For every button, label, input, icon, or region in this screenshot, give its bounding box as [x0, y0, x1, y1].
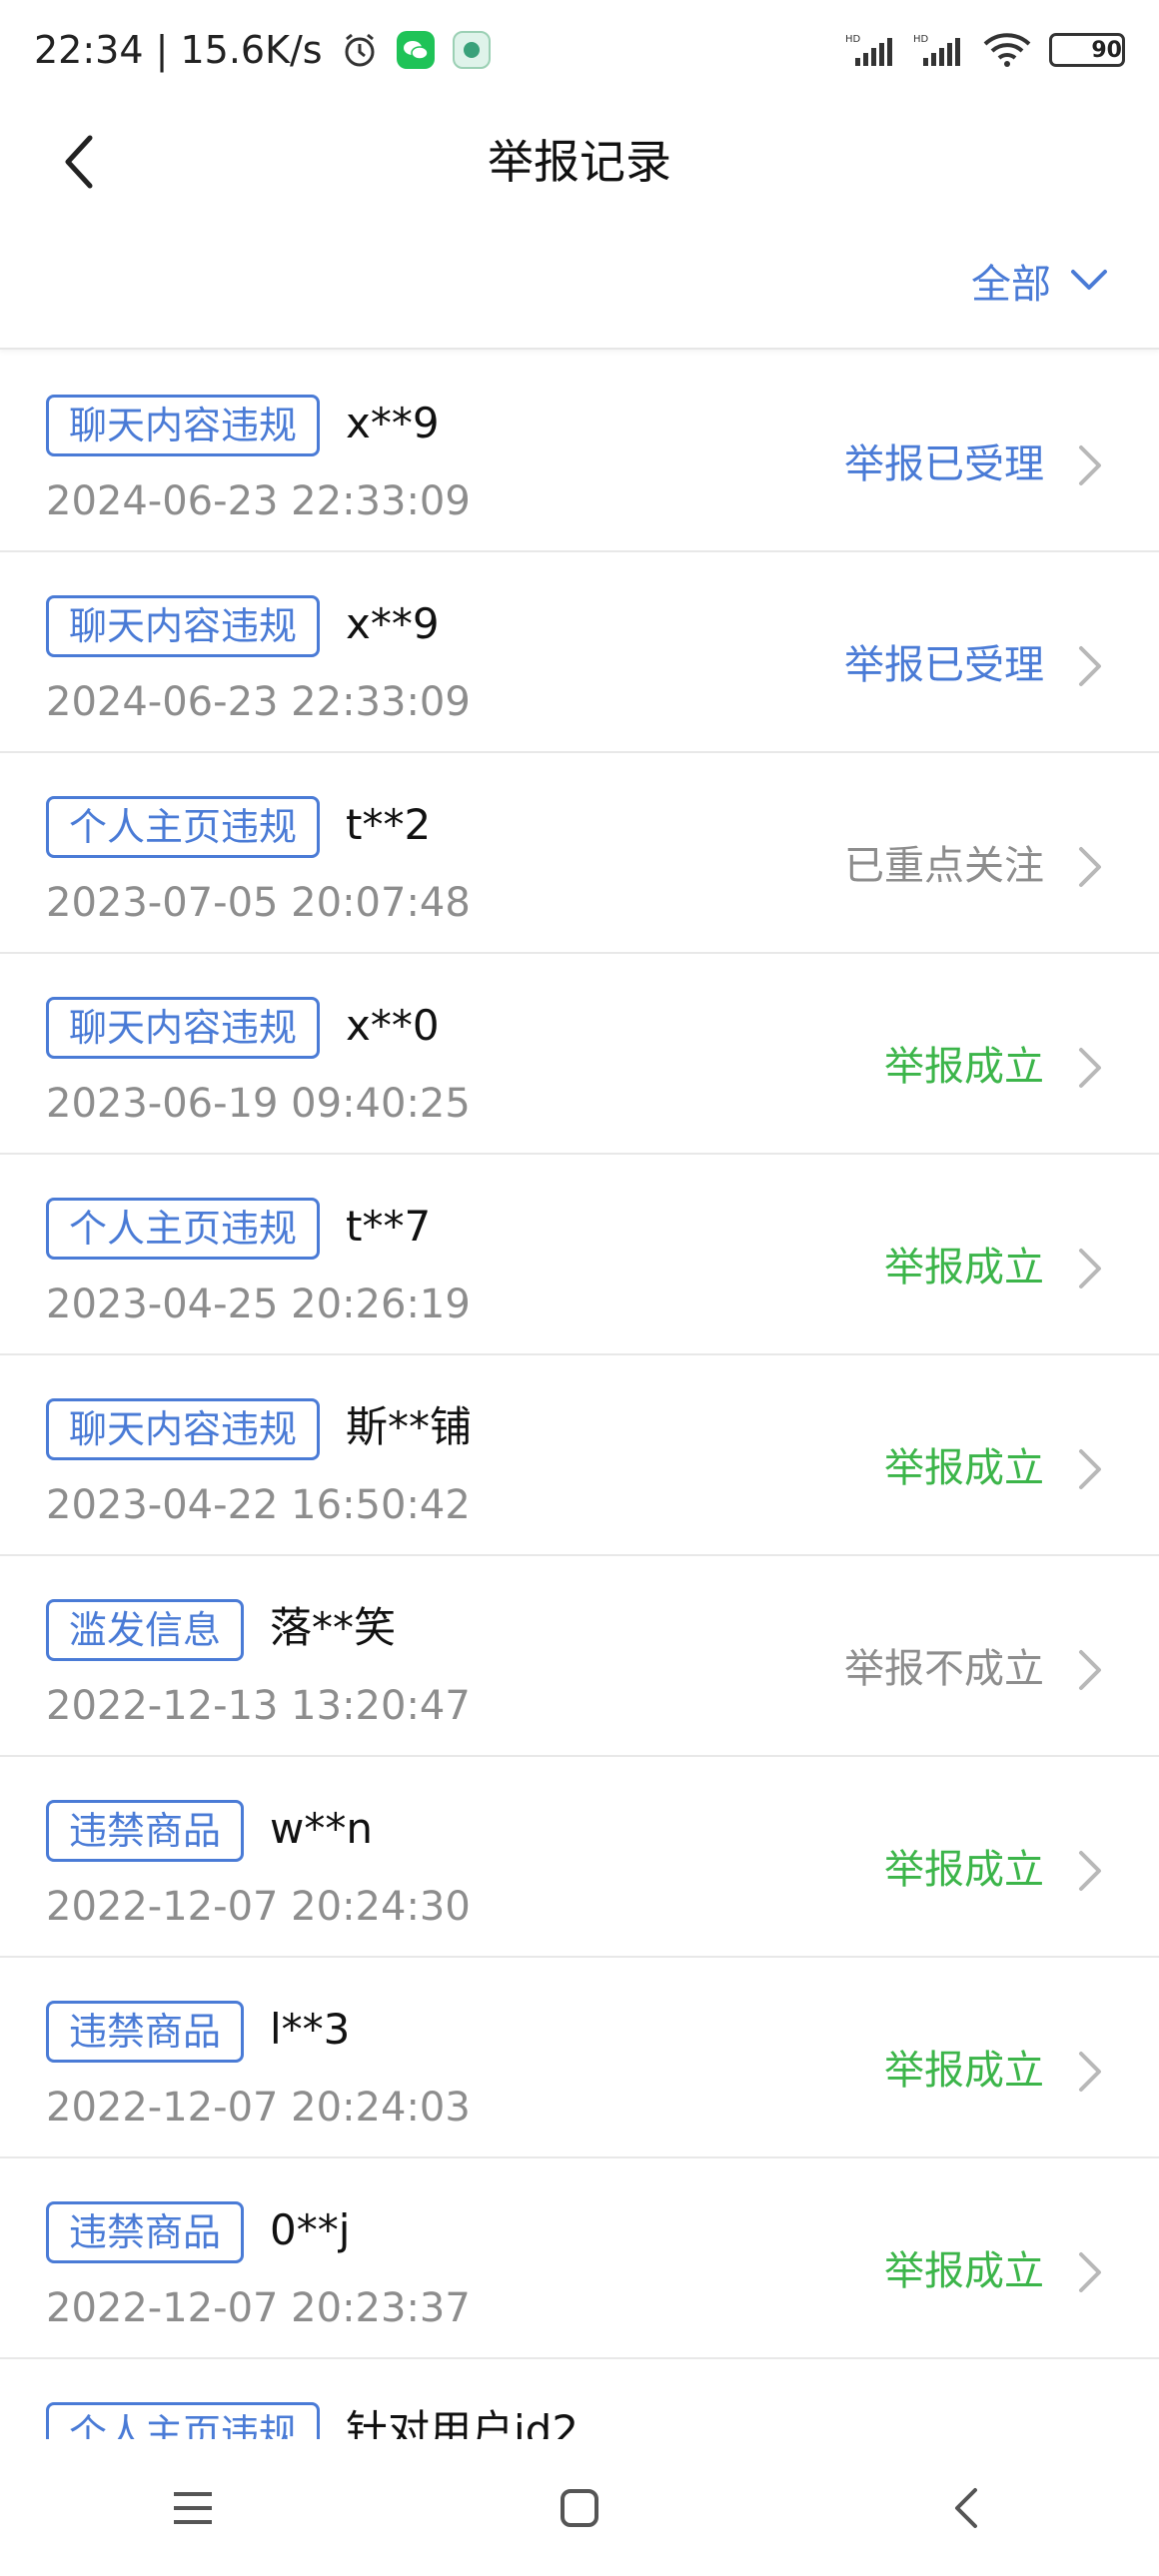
report-record-row[interactable]: 个人主页违规 t**2 2023-07-05 20:07:48 已重点关注 — [0, 753, 1159, 954]
report-status: 举报成立 — [884, 1847, 1044, 1893]
wechat-icon — [396, 31, 435, 69]
report-status: 举报成立 — [884, 1245, 1044, 1290]
report-record-row[interactable]: 违禁商品 w**n 2022-12-07 20:24:30 举报成立 — [0, 1757, 1159, 1958]
report-status: 举报已受理 — [844, 642, 1044, 688]
violation-type-tag: 个人主页违规 — [46, 1198, 321, 1260]
report-date: 2024-06-23 22:33:09 — [46, 478, 471, 524]
chevron-right-icon — [1079, 646, 1101, 686]
reported-user: t**2 — [346, 800, 432, 849]
signal-hd-icon: HD — [913, 32, 965, 68]
report-record-row[interactable]: 个人主页违规 针对用户id2 — [0, 2359, 1159, 2439]
battery-indicator: 90 — [1049, 33, 1125, 67]
alarm-icon — [341, 31, 379, 69]
violation-type-tag: 聊天内容违规 — [46, 395, 321, 456]
filter-bar: 全部 — [0, 218, 1159, 350]
home-square-icon — [560, 2489, 598, 2527]
violation-type-tag: 聊天内容违规 — [46, 997, 321, 1059]
home-nav-button[interactable] — [530, 2458, 629, 2558]
back-nav-button[interactable] — [916, 2458, 1016, 2558]
svg-text:HD: HD — [845, 34, 861, 45]
reported-user: 斯**铺 — [346, 1402, 473, 1451]
back-button[interactable] — [40, 122, 120, 202]
report-record-list: 聊天内容违规 x**9 2024-06-23 22:33:09 举报已受理 聊天内容违规… — [0, 352, 1159, 2439]
report-status: 举报成立 — [884, 1445, 1044, 1491]
reported-user: 针对用户id2 — [346, 2406, 580, 2439]
battery-level-text: 90 — [1091, 37, 1122, 63]
signal-hd-icon: HD — [845, 32, 897, 68]
report-record-row[interactable]: 违禁商品 0**j 2022-12-07 20:23:37 举报成立 — [0, 2158, 1159, 2359]
violation-type-tag: 个人主页违规 — [46, 2402, 321, 2439]
report-record-row[interactable]: 聊天内容违规 斯**铺 2023-04-22 16:50:42 举报成立 — [0, 1355, 1159, 1556]
reported-user: w**n — [270, 1804, 373, 1853]
menu-icon — [174, 2492, 213, 2524]
report-status: 举报成立 — [884, 2248, 1044, 2294]
status-bar: 22:34 | 15.6K/s HD HD 90 — [0, 0, 1159, 100]
status-time-speed: 22:34 | 15.6K/s — [34, 28, 323, 72]
violation-type-tag: 违禁商品 — [46, 1800, 245, 1862]
report-date: 2023-04-22 16:50:42 — [46, 1482, 471, 1528]
report-date: 2022-12-07 20:23:37 — [46, 2285, 471, 2331]
report-record-row[interactable]: 违禁商品 l**3 2022-12-07 20:24:03 举报成立 — [0, 1958, 1159, 2158]
violation-type-tag: 违禁商品 — [46, 2201, 245, 2263]
report-record-row[interactable]: 聊天内容违规 x**9 2024-06-23 22:33:09 举报已受理 — [0, 352, 1159, 552]
report-status: 举报已受理 — [844, 441, 1044, 487]
report-date: 2023-04-25 20:26:19 — [46, 1282, 471, 1327]
system-nav-bar — [0, 2440, 1159, 2576]
reported-user: 落**笑 — [270, 1603, 397, 1652]
report-record-row[interactable]: 聊天内容违规 x**0 2023-06-19 09:40:25 举报成立 — [0, 954, 1159, 1155]
report-status: 举报成立 — [884, 1044, 1044, 1090]
reported-user: x**9 — [346, 399, 440, 447]
reported-user: t**7 — [346, 1202, 432, 1251]
report-date: 2024-06-23 22:33:09 — [46, 679, 471, 725]
page-title: 举报记录 — [488, 135, 671, 189]
report-date: 2022-12-07 20:24:30 — [46, 1884, 471, 1930]
report-date: 2023-07-05 20:07:48 — [46, 880, 471, 926]
wifi-icon — [981, 32, 1033, 68]
chevron-right-icon — [1079, 1851, 1101, 1891]
chevron-left-icon — [65, 135, 93, 189]
violation-type-tag: 个人主页违规 — [46, 796, 321, 858]
violation-type-tag: 聊天内容违规 — [46, 1398, 321, 1460]
violation-type-tag: 聊天内容违规 — [46, 595, 321, 657]
report-date: 2022-12-13 13:20:47 — [46, 1683, 471, 1729]
chevron-right-icon — [1079, 2252, 1101, 2292]
reported-user: 0**j — [270, 2205, 351, 2254]
nav-back-icon — [954, 2488, 977, 2528]
chevron-right-icon — [1079, 1449, 1101, 1489]
status-right: HD HD 90 — [845, 32, 1125, 68]
chevron-right-icon — [1079, 2052, 1101, 2092]
chevron-down-icon — [1071, 270, 1107, 290]
reported-user: x**0 — [346, 1001, 440, 1050]
report-date: 2023-06-19 09:40:25 — [46, 1081, 471, 1127]
menu-nav-button[interactable] — [143, 2458, 243, 2558]
chevron-right-icon — [1079, 445, 1101, 485]
app-notification-icon — [452, 31, 491, 69]
chevron-right-icon — [1079, 1650, 1101, 1690]
report-record-row[interactable]: 滥发信息 落**笑 2022-12-13 13:20:47 举报不成立 — [0, 1556, 1159, 1757]
filter-label: 全部 — [971, 262, 1051, 308]
svg-text:HD: HD — [913, 34, 929, 45]
reported-user: l**3 — [270, 2005, 351, 2054]
status-left: 22:34 | 15.6K/s — [34, 28, 491, 72]
filter-dropdown[interactable]: 全部 — [971, 252, 1109, 310]
report-status: 举报不成立 — [844, 1646, 1044, 1692]
report-date: 2022-12-07 20:24:03 — [46, 2085, 471, 2131]
reported-user: x**9 — [346, 599, 440, 648]
report-status: 已重点关注 — [844, 843, 1044, 889]
chevron-right-icon — [1079, 1249, 1101, 1288]
report-record-row[interactable]: 聊天内容违规 x**9 2024-06-23 22:33:09 举报已受理 — [0, 552, 1159, 753]
chevron-right-icon — [1079, 1048, 1101, 1088]
report-status: 举报成立 — [884, 2048, 1044, 2094]
report-record-row[interactable]: 个人主页违规 t**7 2023-04-25 20:26:19 举报成立 — [0, 1155, 1159, 1355]
page-header: 举报记录 — [0, 100, 1159, 218]
violation-type-tag: 违禁商品 — [46, 2001, 245, 2063]
violation-type-tag: 滥发信息 — [46, 1599, 245, 1661]
chevron-right-icon — [1079, 847, 1101, 887]
